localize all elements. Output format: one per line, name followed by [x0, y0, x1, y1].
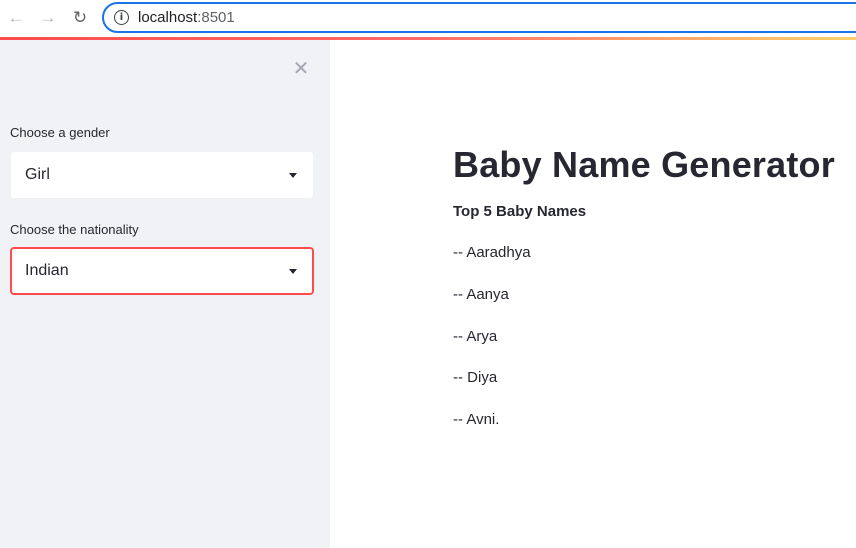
gender-select[interactable]: Girl	[10, 151, 314, 199]
names-subheading: Top 5 Baby Names	[453, 203, 587, 220]
url-port: :8501	[197, 9, 235, 26]
name-list-item: -- Diya	[453, 369, 498, 386]
url-host: localhost	[138, 9, 198, 26]
sidebar: ✕ Choose a gender Girl Choose the nation…	[0, 40, 330, 548]
info-icon[interactable]: i	[114, 10, 129, 25]
browser-toolbar: ← → ↻ i localhost:8501	[0, 0, 856, 36]
name-list-item: -- Avni.	[453, 411, 500, 428]
main-content: Baby Name Generator Top 5 Baby Names -- …	[330, 40, 856, 548]
nationality-label: Choose the nationality	[10, 222, 139, 237]
name-list-item: -- Aaradhya	[453, 244, 531, 261]
chevron-down-icon	[289, 269, 297, 274]
reload-icon[interactable]: ↻	[69, 6, 91, 28]
gender-label: Choose a gender	[10, 125, 110, 140]
name-list-item: -- Arya	[453, 328, 498, 345]
page-title: Baby Name Generator	[453, 144, 835, 185]
forward-arrow-icon[interactable]: →	[37, 6, 59, 28]
name-list-item: -- Aanya	[453, 286, 509, 303]
close-icon[interactable]: ✕	[291, 58, 311, 78]
nationality-select[interactable]: Indian	[10, 247, 314, 295]
gender-selected-value: Girl	[25, 166, 50, 183]
url-text: localhost:8501	[138, 9, 235, 26]
chevron-down-icon	[289, 173, 297, 178]
back-arrow-icon[interactable]: ←	[5, 6, 27, 28]
address-bar[interactable]: i localhost:8501	[102, 2, 856, 33]
nationality-selected-value: Indian	[25, 262, 69, 279]
